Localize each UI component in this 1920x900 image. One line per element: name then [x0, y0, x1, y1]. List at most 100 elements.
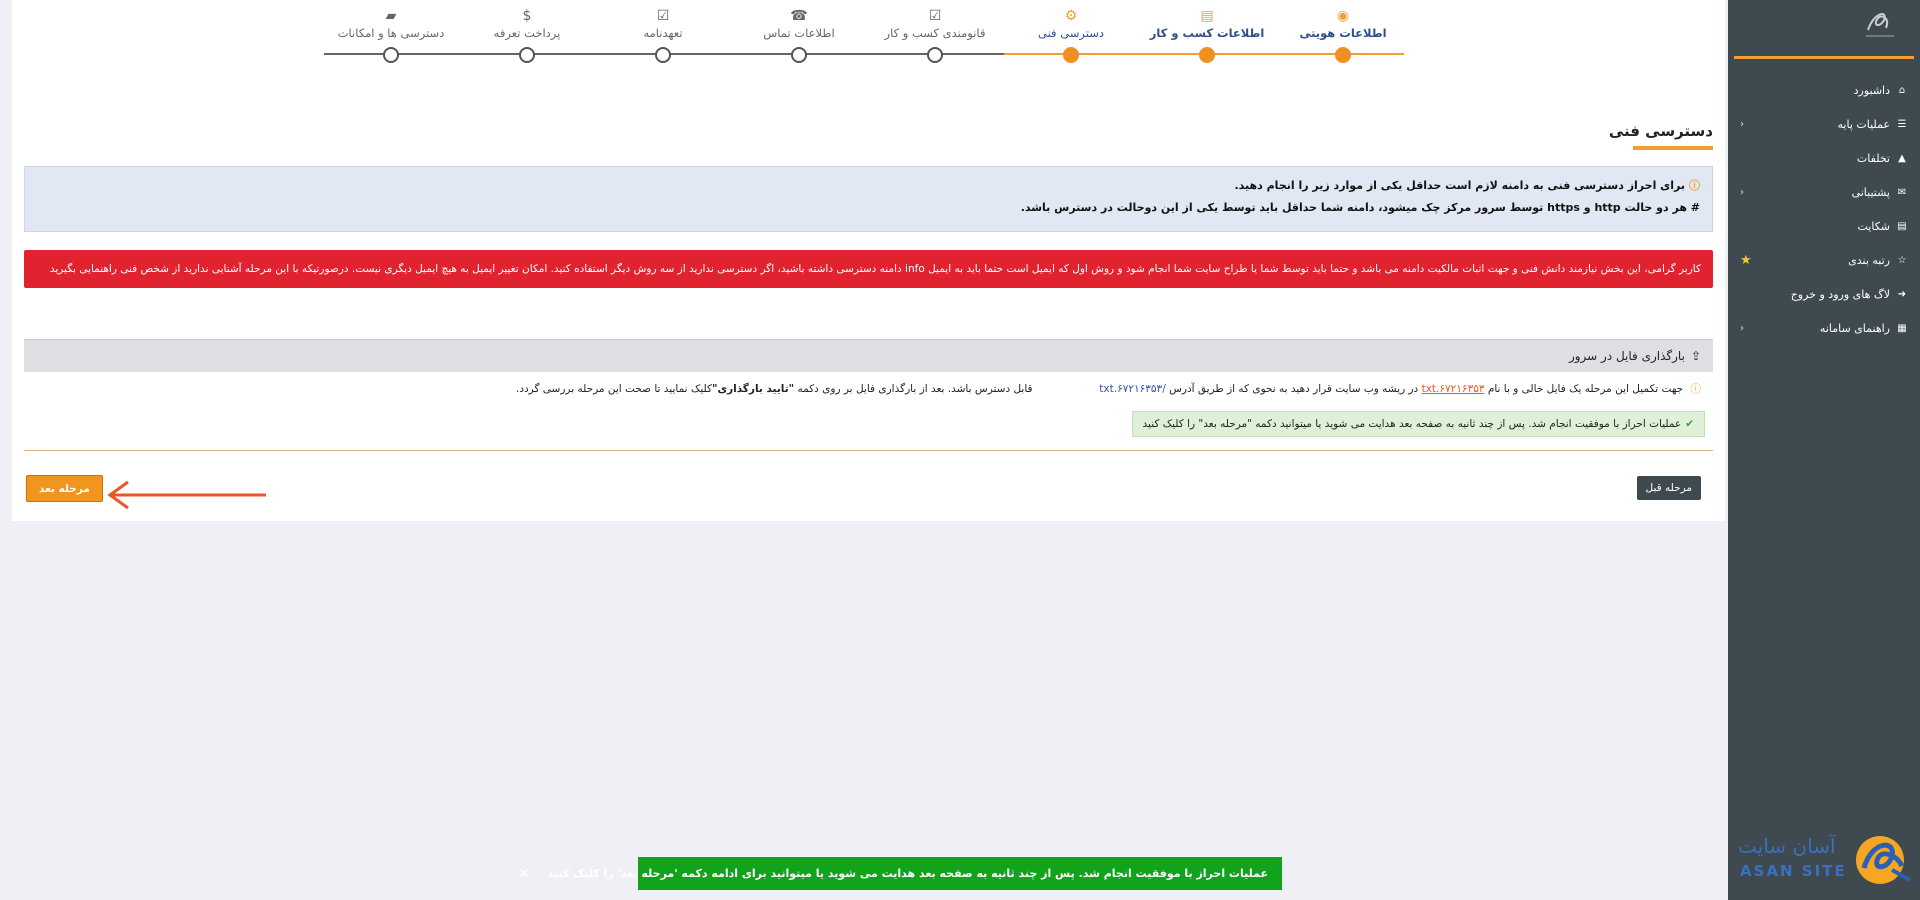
- divider: [24, 450, 1713, 451]
- sidebar-item-label: عملیات پایه: [1837, 117, 1890, 131]
- brand-logo: آسان سایت ASAN SITE: [1732, 828, 1916, 892]
- sidebar-item-5[interactable]: ☆ رتبه بندی ★: [1728, 243, 1920, 277]
- step-7[interactable]: ▰ دسترسی ها و امکانات: [323, 8, 459, 40]
- chevron-left-icon: ‹: [1740, 186, 1744, 198]
- sidebar: ⌂ داشبورد ☰ عملیات پایه ‹ ▲ تخلفات ✉ پشتیبانی ‹ ▤ ش…: [1728, 0, 1920, 900]
- close-icon[interactable]: ×: [519, 866, 530, 881]
- step-dot: [655, 47, 671, 63]
- confirm-upload-label: "تایید بارگذاری": [711, 383, 795, 395]
- chat-icon: ✉: [1897, 186, 1907, 198]
- step-dot: [519, 47, 535, 63]
- login-icon: ➜: [1897, 288, 1907, 300]
- sidebar-item-4[interactable]: ▤ شکایت: [1728, 209, 1920, 243]
- sidebar-item-7[interactable]: ▦ راهنمای سامانه ‹: [1728, 311, 1920, 345]
- info-box: ⓘبرای احراز دسترسی فنی به دامنه لازم است…: [24, 166, 1713, 232]
- step-5[interactable]: ☑ تعهدنامه: [595, 8, 731, 40]
- file-icon: ▤: [1897, 220, 1907, 232]
- step-dot: [383, 47, 399, 63]
- wizard-nav: مرحله قبل مرحله بعد: [24, 468, 1713, 508]
- instr-part-4: کلیک نمایید تا صحت این مرحله بررسی گردد.: [515, 383, 712, 395]
- info-line-2: # هر دو حالت http و https توسط سرور مرکز…: [1020, 201, 1700, 214]
- toast-text: عملیات احراز با موفقیت انجام شد. پس از چ…: [547, 867, 1268, 880]
- step-label: اطلاعات کسب و کار: [1149, 26, 1265, 40]
- instr-part-1: جهت تکمیل این مرحله یک فایل خالی و با نا…: [1487, 383, 1684, 395]
- step-icon: ☑: [928, 8, 942, 24]
- step-label: اطلاعات هویتی: [1299, 26, 1387, 40]
- step-0[interactable]: ◉ اطلاعات هویتی: [1275, 8, 1411, 40]
- success-message: ✔عملیات احراز با موفقیت انجام شد. پس از …: [1131, 411, 1705, 437]
- info-text-1: برای احراز دسترسی فنی به دامنه لازم است …: [1234, 179, 1686, 192]
- page-title: دسترسی فنی: [1608, 122, 1713, 140]
- chevron-left-icon: ‹: [1740, 322, 1744, 334]
- sidebar-accent-line: [1734, 56, 1914, 59]
- upload-panel-title: بارگذاری فایل در سرور: [1568, 349, 1685, 363]
- sidebar-item-3[interactable]: ✉ پشتیبانی ‹: [1728, 175, 1920, 209]
- brand-name-en: ASAN SITE: [1740, 862, 1847, 880]
- step-icon: ◉: [1336, 8, 1350, 24]
- step-icon: ☑: [656, 8, 670, 24]
- warning-alert: کاربر گرامی، این بخش نیازمند دانش فنی و …: [24, 250, 1713, 288]
- step-dot: [1199, 47, 1215, 63]
- sidebar-item-1[interactable]: ☰ عملیات پایه ‹: [1728, 107, 1920, 141]
- sidebar-item-2[interactable]: ▲ تخلفات: [1728, 141, 1920, 175]
- brand-mark-icon: [1856, 836, 1911, 884]
- verification-file-link[interactable]: ۶۷۲۱۶۳۵۳.txt: [1422, 383, 1485, 395]
- upload-icon: ⇪: [1690, 349, 1701, 363]
- step-dot: [791, 47, 807, 63]
- step-label: تعهدنامه: [643, 26, 683, 40]
- step-label: قانومندی کسب و کار: [884, 26, 986, 40]
- upload-instructions: ⓘ جهت تکمیل این مرحله یک فایل خالی و با …: [24, 378, 1713, 400]
- step-dot: [927, 47, 943, 63]
- sidebar-item-6[interactable]: ➜ لاگ های ورود و خروج: [1728, 277, 1920, 311]
- list-icon: ☰: [1897, 118, 1907, 130]
- next-step-button[interactable]: مرحله بعد: [26, 475, 103, 502]
- instr-part-2: در ریشه وب سایت قرار دهید به نحوی که از …: [1169, 383, 1419, 395]
- title-underline: [1633, 146, 1713, 150]
- step-dot: [1063, 47, 1079, 63]
- home-icon: ⌂: [1898, 84, 1906, 96]
- rating-star-icon: ★: [1740, 252, 1752, 268]
- verification-url: /۶۷۲۱۶۳۵۳.txt: [1099, 383, 1166, 395]
- arrow-annotation-icon: [107, 480, 266, 510]
- sidebar-item-label: داشبورد: [1853, 83, 1890, 97]
- prev-step-button[interactable]: مرحله قبل: [1636, 476, 1701, 500]
- step-6[interactable]: $ پرداخت تعرفه: [459, 8, 595, 40]
- check-icon: ✔: [1685, 418, 1694, 430]
- guide-icon: ▦: [1897, 322, 1907, 334]
- step-icon: ☎: [790, 8, 808, 24]
- sidebar-item-label: پشتیبانی: [1851, 185, 1890, 199]
- step-label: پرداخت تعرفه: [493, 26, 561, 40]
- brand-name-fa: آسان سایت: [1738, 834, 1836, 858]
- wizard-stepper: ◉ اطلاعات هویتی ▤ اطلاعات کسب و کار ⚙ دسترسی …: [12, 0, 1725, 70]
- star-icon: ☆: [1897, 254, 1907, 266]
- step-icon: ▰: [385, 8, 397, 24]
- sidebar-item-label: لاگ های ورود و خروج: [1790, 287, 1890, 301]
- step-dot: [1335, 47, 1351, 63]
- main-card: ◉ اطلاعات هویتی ▤ اطلاعات کسب و کار ⚙ دسترسی …: [12, 0, 1725, 521]
- sidebar-item-label: رتبه بندی: [1848, 253, 1890, 267]
- success-text: عملیات احراز با موفقیت انجام شد. پس از چ…: [1142, 418, 1682, 430]
- step-icon: $: [522, 8, 532, 24]
- step-1[interactable]: ▤ اطلاعات کسب و کار: [1139, 8, 1275, 40]
- step-icon: ⚙: [1064, 8, 1078, 24]
- upload-panel-header[interactable]: ⇪ بارگذاری فایل در سرور: [24, 339, 1713, 372]
- info-icon: ⓘ: [1690, 383, 1702, 395]
- warning-icon: ▲: [1898, 152, 1906, 164]
- step-4[interactable]: ☎ اطلاعات تماس: [731, 8, 867, 40]
- sidebar-item-0[interactable]: ⌂ داشبورد: [1728, 73, 1920, 107]
- sidebar-item-label: راهنمای سامانه: [1819, 321, 1890, 335]
- step-label: دسترسی ها و امکانات: [337, 26, 445, 40]
- info-line-1: ⓘبرای احراز دسترسی فنی به دامنه لازم است…: [37, 175, 1701, 197]
- chevron-left-icon: ‹: [1740, 118, 1744, 130]
- instr-part-3: قابل دسترس باشد. بعد از بارگذاری فایل بر…: [797, 383, 1033, 395]
- step-3[interactable]: ☑ قانومندی کسب و کار: [867, 8, 1003, 40]
- info-icon: ⓘ: [1689, 179, 1700, 192]
- site-logo-icon[interactable]: [1860, 6, 1900, 42]
- sidebar-item-label: تخلفات: [1856, 151, 1890, 165]
- step-label: دسترسی فنی: [1037, 26, 1104, 40]
- sidebar-menu: ⌂ داشبورد ☰ عملیات پایه ‹ ▲ تخلفات ✉ پشتیبانی ‹ ▤ ش…: [1728, 73, 1920, 345]
- success-toast: عملیات احراز با موفقیت انجام شد. پس از چ…: [519, 857, 1282, 890]
- step-2[interactable]: ⚙ دسترسی فنی: [1003, 8, 1139, 40]
- step-label: اطلاعات تماس: [763, 26, 835, 40]
- sidebar-item-label: شکایت: [1857, 219, 1890, 233]
